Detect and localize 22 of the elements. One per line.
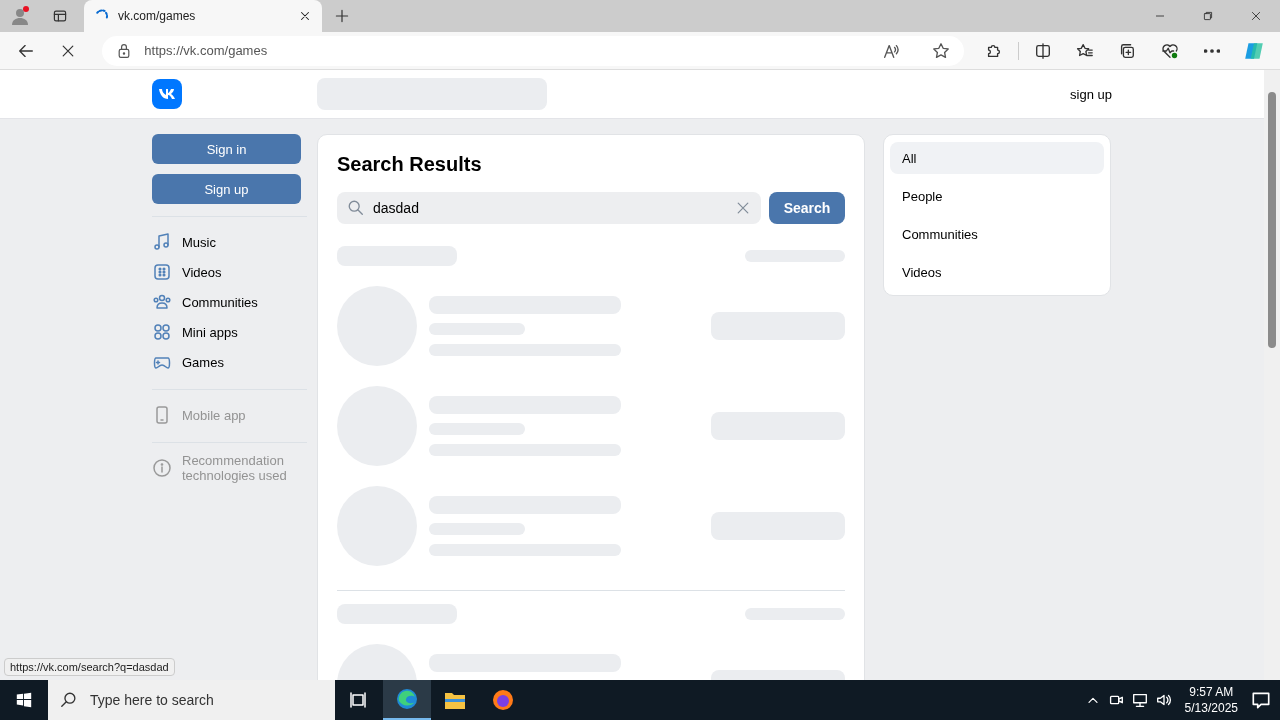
- clock-time[interactable]: 9:57 AM: [1189, 684, 1234, 700]
- sidebar-item[interactable]: Communities: [152, 287, 307, 317]
- sign-up-link[interactable]: sign up: [1070, 86, 1112, 102]
- page-title: Search Results: [337, 153, 483, 176]
- search-field[interactable]: dasdad: [337, 192, 761, 224]
- filter-tab[interactable]: Communities: [890, 218, 1104, 250]
- address-bar[interactable]: https://vk.com/games: [102, 35, 965, 66]
- browser-tab[interactable]: vk.com/games: [84, 0, 322, 32]
- taskbar-search-field[interactable]: Type here to search: [48, 680, 335, 720]
- search-input[interactable]: dasdad: [373, 200, 727, 216]
- filter-tab[interactable]: Videos: [890, 256, 1104, 288]
- sidebar-item[interactable]: Videos: [152, 257, 307, 287]
- search-button[interactable]: Search: [769, 192, 845, 224]
- sidebar-item[interactable]: Mini apps: [152, 317, 307, 347]
- auth-button[interactable]: Sign in: [152, 134, 301, 164]
- filter-tab[interactable]: All: [890, 142, 1104, 174]
- status-url: https://vk.com/search?q=dasdad: [4, 658, 175, 676]
- sidebar-item[interactable]: Music: [152, 227, 307, 257]
- auth-button[interactable]: Sign up: [152, 174, 301, 204]
- filter-tab[interactable]: People: [890, 180, 1104, 212]
- sidebar-item[interactable]: Games: [152, 347, 307, 377]
- clock-date[interactable]: 5/13/2025: [1184, 700, 1238, 716]
